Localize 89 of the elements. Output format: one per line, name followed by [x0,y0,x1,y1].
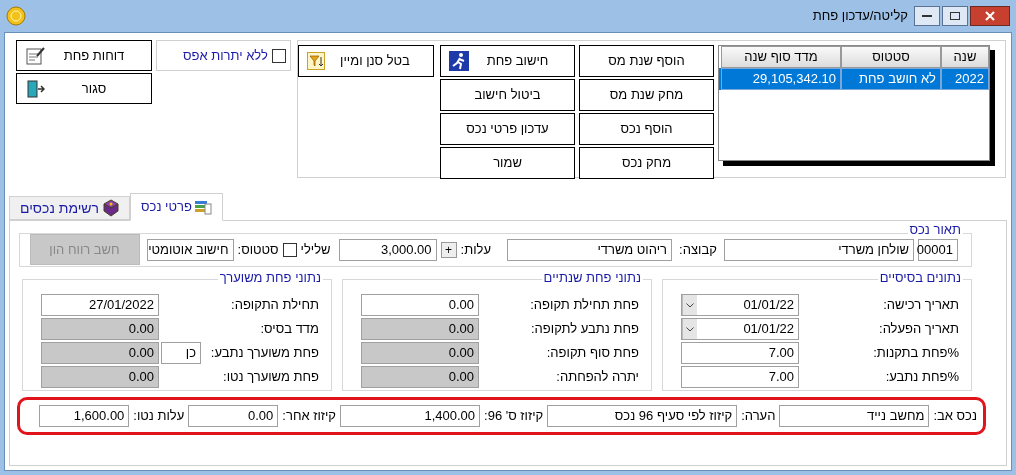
table-cell: 29,105,342.10 [721,68,841,90]
maximize-button[interactable] [942,6,968,26]
field-label: קיזוז אחר: [282,407,337,426]
input-field[interactable]: 7.00 [681,342,799,364]
group-title: נתונים בסיסיים [877,271,963,285]
tab[interactable]: פרטי נכס [130,193,223,221]
column-header: מדד סוף שנה [721,46,841,68]
action-button[interactable]: מחק נכס [579,147,714,179]
caret-icon [686,326,694,332]
tab[interactable]: רשימת נכסים [9,196,131,220]
group-title: תאור נכס [907,223,963,237]
input-field[interactable]: חישוב אוטומטי [146,238,234,261]
calculate-button[interactable]: חישוב פחת [440,45,575,77]
input-field[interactable]: מחשב נייד [779,405,930,427]
action-button[interactable]: הוסף שנת מס [579,45,714,77]
action-button[interactable]: סגור [16,73,152,104]
input-field[interactable]: 27/01/2022 [41,294,159,316]
window-title: קליטה/עדכון פחת [812,7,908,26]
field-label: סטטוס: [237,240,279,259]
close-icon [985,11,995,21]
field-label: שלילי [300,240,331,259]
field-label: יתרה להפחתה: [555,368,639,387]
input-field[interactable]: 7.00 [681,366,799,388]
date-picker[interactable]: 01/01/22 [681,294,799,316]
field-label: קיזוז ס' 96: [484,407,544,426]
input-field[interactable]: שולחן משרדי [724,238,914,261]
table-icon [193,198,212,216]
input-field[interactable]: 0.00 [361,342,479,364]
document-pencil-icon [25,45,45,66]
plus-button[interactable]: + [440,241,457,258]
group-title: נתוני פחת שנתיים [541,271,643,285]
action-button[interactable]: דוחות פחת [16,40,152,71]
input-field[interactable]: 1,600.00 [39,405,130,427]
input-field[interactable]: ריהוט משרדי [507,238,672,261]
field-label: תאריך רכישה: [882,296,959,315]
field-label: פחת משוערך נתבע: [209,344,319,363]
input-field[interactable]: 0.00 [41,366,159,388]
group-title: נתוני פחת משוערך [217,271,323,285]
date-value: 01/01/22 [742,296,795,315]
field-label: תחילת התקופה: [230,296,319,315]
column-header: סטטוס [841,46,941,68]
field-label: הערה: [741,407,776,426]
action-button[interactable]: שמור [440,147,575,179]
table-cell: 2022 [941,68,989,90]
input-field[interactable]: כן [161,342,201,364]
input-field[interactable]: 00001 [918,238,958,261]
field-label: פחת משוערך נטו: [222,368,319,387]
field-label: פחת סוף תקופה: [545,344,639,363]
input-field[interactable]: 0.00 [361,318,479,340]
filter-button[interactable]: בטל סנן ומיין [298,45,434,77]
table-cell: לא חושב פחת [841,68,941,90]
field-label: פחת נתבע לתקופה: [530,320,639,339]
action-button[interactable]: עדכון פרטי נכס [440,113,575,145]
field-label: קבוצה: [678,240,718,259]
action-button[interactable]: הוסף נכס [579,113,714,145]
field-label: תאריך הפעלה: [878,320,959,339]
action-button[interactable]: מחק שנת מס [579,79,714,111]
close-button[interactable] [970,6,1010,26]
minimize-button[interactable] [914,6,940,26]
input-field[interactable]: 0.00 [361,294,479,316]
field-label: עלות: [460,240,491,259]
field-label: עלות נטו: [133,407,185,426]
maximize-icon [950,12,960,20]
input-field[interactable]: 0.00 [41,318,159,340]
date-picker[interactable]: 01/01/22 [681,318,799,340]
action-button[interactable]: ביטול חישוב [440,79,575,111]
field-label: מדד בסיס: [259,320,319,339]
minimize-icon [922,14,932,18]
input-field[interactable]: 0.00 [41,342,159,364]
field-label: נכס אב: [933,407,977,426]
input-field[interactable]: 1,400.00 [340,405,481,427]
date-value: 01/01/22 [742,320,795,339]
running-figure-icon [449,51,469,71]
coin-icon [6,6,26,26]
book-icon [101,199,120,217]
input-field[interactable]: 0.00 [361,366,479,388]
input-field[interactable]: 0.00 [188,405,279,427]
field-label: %פחת נתבע: [884,368,959,387]
field-label: %פחת בתקנות: [872,344,959,363]
funnel-sort-icon [307,52,325,70]
door-exit-icon [25,78,45,99]
field-label: פחת תחילת תקופה: [529,296,639,315]
checkbox[interactable] [282,242,297,257]
caret-icon [686,302,694,308]
checkbox[interactable] [272,48,286,63]
column-header: שנה [941,46,989,68]
checkbox-label: ללא יתרות אפס [182,46,268,65]
input-field[interactable]: 3,000.00 [338,238,437,261]
input-field[interactable]: קיזוז לפי סעיף 96 נכס [547,405,738,427]
